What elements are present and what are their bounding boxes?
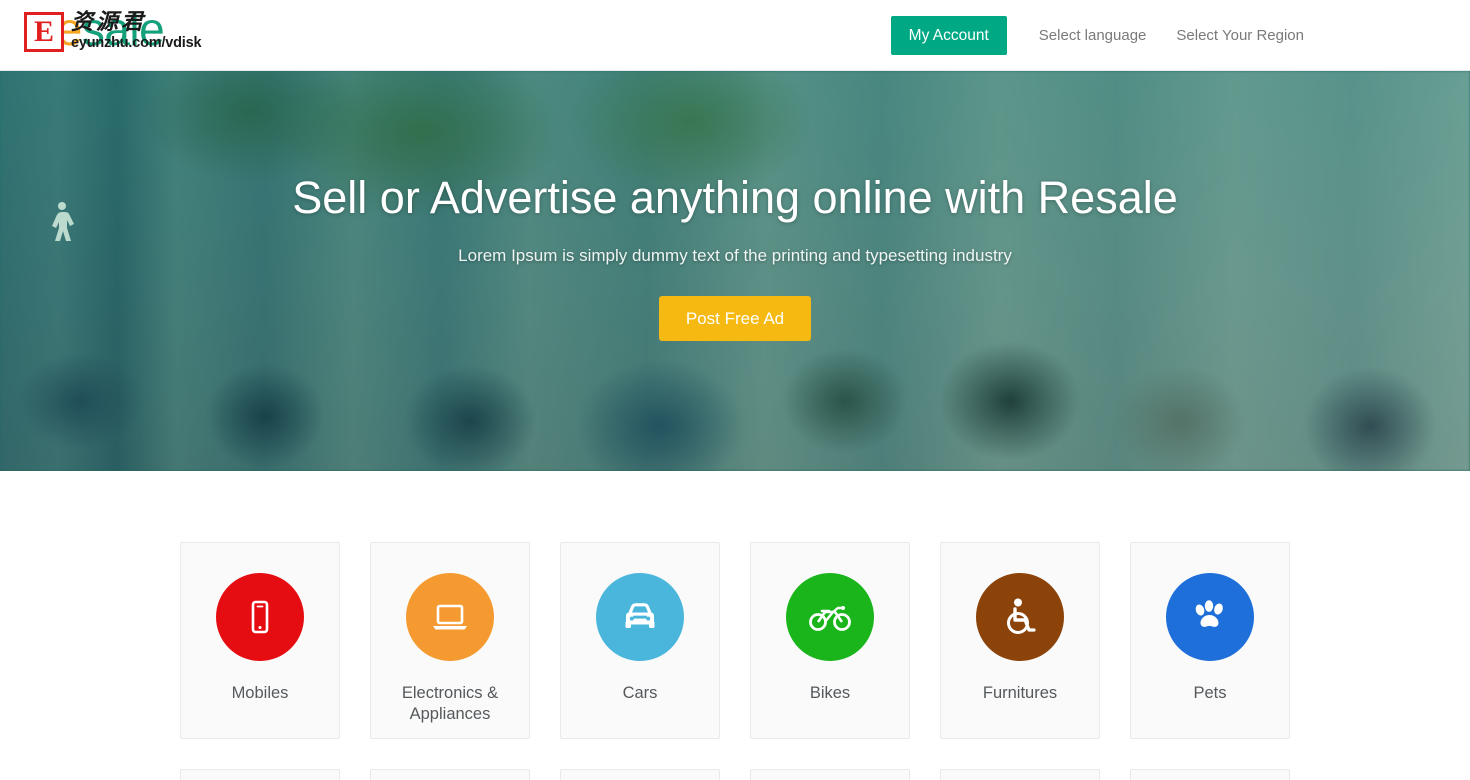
category-card[interactable]: Cars xyxy=(560,542,720,739)
categories-grid-row2 xyxy=(180,769,1290,780)
category-label: Cars xyxy=(622,684,658,702)
header-nav: My Account Select language Select Your R… xyxy=(890,0,1304,71)
categories-grid: Mobiles Electronics & Appliances Cars Bikes… xyxy=(180,542,1290,739)
category-label: Pets xyxy=(1193,684,1227,702)
paw-icon xyxy=(1166,573,1254,661)
category-label: Furnitures xyxy=(982,684,1058,702)
site-logo[interactable]: Resale xyxy=(24,3,165,55)
logo-text-primary: Re xyxy=(24,3,82,55)
category-label: Bikes xyxy=(809,684,851,702)
hero-banner: Sell or Advertise anything online with R… xyxy=(0,71,1470,471)
category-card[interactable]: Electronics & Appliances xyxy=(370,542,530,739)
site-header: Resale My Account Select language Select… xyxy=(0,0,1470,71)
hero-title: Sell or Advertise anything online with R… xyxy=(292,172,1178,223)
category-card[interactable]: Pets xyxy=(1130,542,1290,739)
select-region-link[interactable]: Select Your Region xyxy=(1176,27,1304,44)
hero-content: Sell or Advertise anything online with R… xyxy=(0,71,1470,342)
category-card[interactable] xyxy=(750,769,910,780)
wheelchair-icon xyxy=(976,573,1064,661)
motorcycle-icon xyxy=(786,573,874,661)
laptop-icon xyxy=(406,573,494,661)
category-card[interactable] xyxy=(560,769,720,780)
categories-section: Mobiles Electronics & Appliances Cars Bikes… xyxy=(0,471,1470,780)
hero-subtitle: Lorem Ipsum is simply dummy text of the … xyxy=(458,246,1012,265)
category-card[interactable] xyxy=(180,769,340,780)
category-card[interactable] xyxy=(370,769,530,780)
my-account-button[interactable]: My Account xyxy=(890,15,1007,56)
category-card[interactable]: Furnitures xyxy=(940,542,1100,739)
logo-text-secondary: sale xyxy=(81,3,165,55)
category-card[interactable] xyxy=(1130,769,1290,780)
mobile-phone-icon xyxy=(216,573,304,661)
select-language-link[interactable]: Select language xyxy=(1039,27,1147,44)
post-free-ad-button[interactable]: Post Free Ad xyxy=(658,296,812,342)
category-label: Mobiles xyxy=(231,684,289,702)
category-label: Electronics & Appliances xyxy=(401,684,499,723)
category-card[interactable]: Mobiles xyxy=(180,542,340,739)
category-card[interactable]: Bikes xyxy=(750,542,910,739)
car-icon xyxy=(596,573,684,661)
category-card[interactable] xyxy=(940,769,1100,780)
